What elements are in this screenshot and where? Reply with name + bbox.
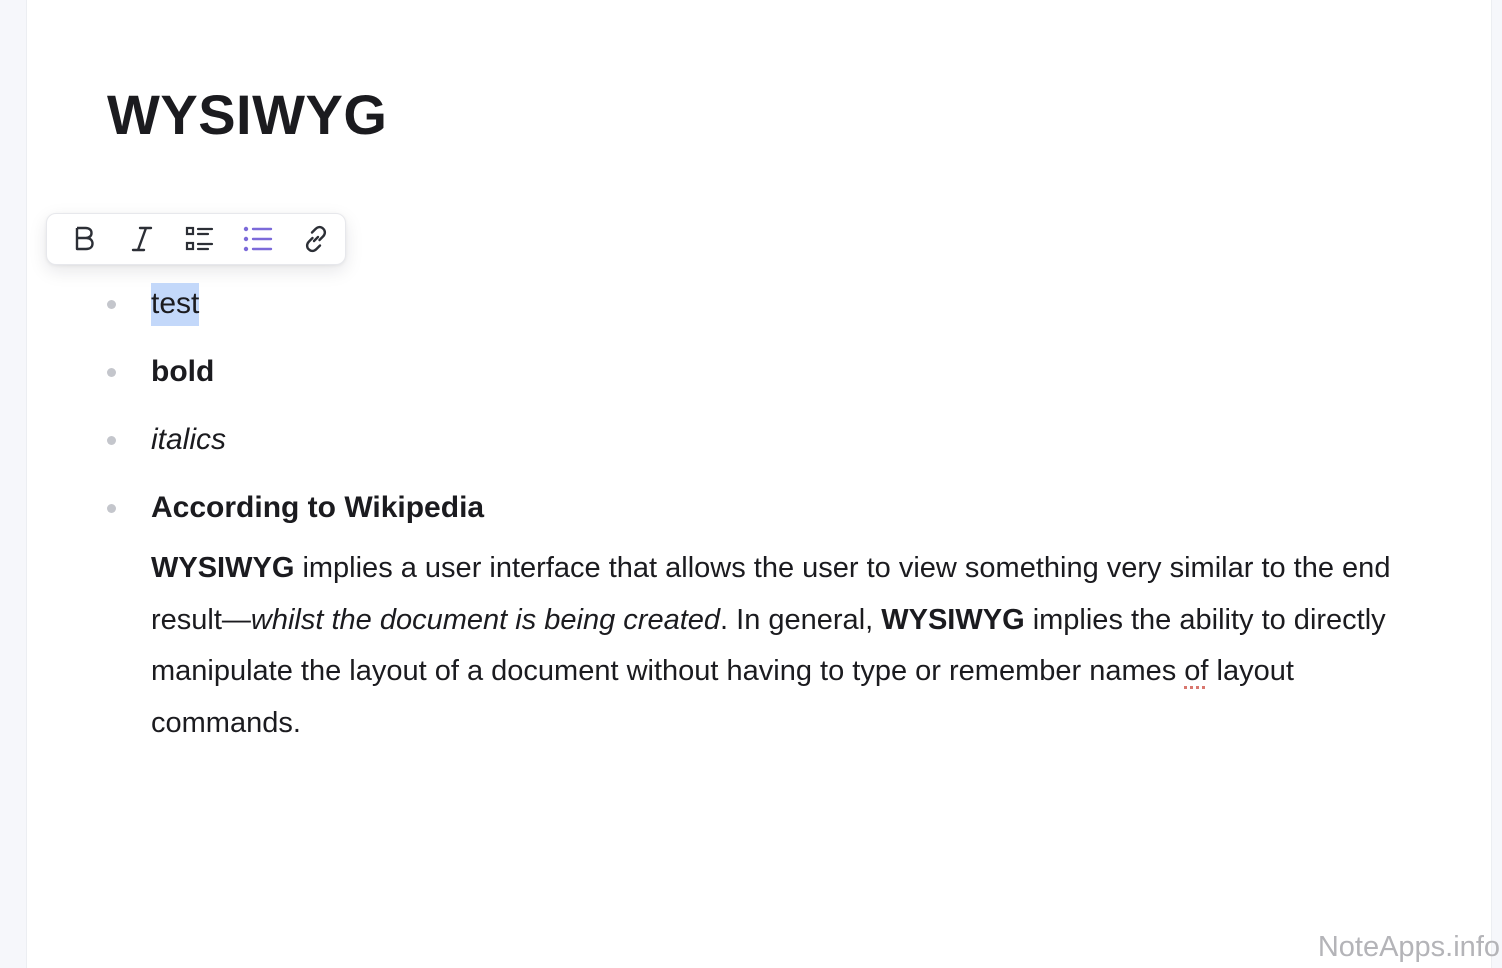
bullet-dot	[107, 436, 116, 445]
link-button[interactable]	[287, 217, 345, 261]
list-item[interactable]: bold	[107, 344, 1387, 400]
bullet-list-button[interactable]	[229, 217, 287, 261]
bullet-dot	[107, 300, 116, 309]
bold-button[interactable]	[55, 217, 113, 261]
paragraph-italic: whilst the document is being created	[250, 603, 721, 636]
formatting-toolbar	[46, 213, 346, 265]
link-icon	[305, 225, 327, 253]
document-title[interactable]: WYSIWYG	[107, 82, 387, 147]
term-bold: WYSIWYG	[881, 603, 1025, 636]
list-item[interactable]: italics	[107, 412, 1387, 468]
italic-icon	[131, 226, 153, 252]
list-item[interactable]: According to Wikipedia	[107, 480, 1387, 536]
bold-icon	[75, 226, 94, 251]
editor-window: WYSIWYG test bold italics According to W…	[0, 0, 1502, 968]
watermark: NoteApps.info	[1317, 931, 1500, 963]
document-page[interactable]: WYSIWYG test bold italics According to W…	[26, 0, 1492, 968]
checklist-icon	[185, 226, 214, 251]
list-item-text[interactable]: italics	[151, 423, 226, 456]
term-bold: WYSIWYG	[151, 552, 295, 584]
list-item-heading[interactable]: According to Wikipedia	[151, 491, 484, 524]
paragraph-text: . In general,	[720, 603, 882, 636]
bullet-list-icon	[243, 226, 273, 252]
list-item[interactable]: test	[107, 276, 1387, 332]
wikipedia-paragraph[interactable]: WYSIWYG implies a user interface that al…	[151, 543, 1391, 749]
checklist-button[interactable]	[171, 217, 229, 261]
bullet-dot	[107, 368, 116, 377]
bullet-dot	[107, 504, 116, 513]
spellcheck-word[interactable]: of	[1184, 655, 1208, 687]
italic-button[interactable]	[113, 217, 171, 261]
selected-text[interactable]: test	[151, 283, 200, 326]
bullet-list: test bold italics According to Wikipedia	[107, 276, 1387, 548]
list-item-text[interactable]: bold	[151, 355, 214, 388]
